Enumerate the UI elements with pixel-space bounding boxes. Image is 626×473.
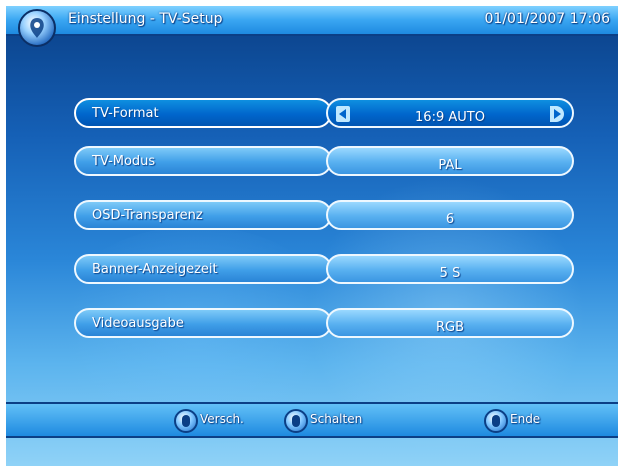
- setting-row-banner-display-time[interactable]: Banner-Anzeigezeit 5 S: [74, 254, 574, 288]
- setting-row-osd-transparency[interactable]: OSD-Transparenz 6: [74, 200, 574, 234]
- brand-logo-icon: [18, 9, 56, 47]
- setting-value: 6: [445, 212, 455, 227]
- hint-label: Schalten: [310, 412, 363, 426]
- setting-value: RGB: [435, 320, 465, 335]
- hint-label: Versch.: [200, 412, 244, 426]
- setting-label-box[interactable]: Banner-Anzeigezeit: [74, 254, 332, 284]
- setting-label-box[interactable]: TV-Modus: [74, 146, 332, 176]
- setting-label-box[interactable]: Videoausgabe: [74, 308, 332, 338]
- setting-row-video-output[interactable]: Videoausgabe RGB: [74, 308, 574, 342]
- setting-value-field[interactable]: RGB: [326, 308, 574, 338]
- setting-label: Banner-Anzeigezeit: [92, 262, 218, 277]
- setting-value: 16:9 AUTO: [415, 110, 485, 125]
- arrow-right-icon[interactable]: [550, 106, 564, 122]
- setting-row-tv-format[interactable]: TV-Format 16:9 AUTO: [74, 98, 574, 132]
- setting-value-field[interactable]: 6: [326, 200, 574, 230]
- footer-hint-bar: Versch. Schalten Ende: [6, 402, 618, 438]
- setting-value-selector[interactable]: 16:9 AUTO: [326, 98, 574, 128]
- arrow-left-icon[interactable]: [336, 106, 350, 122]
- hint-navigate: Versch.: [174, 409, 284, 433]
- hint-exit: Ende: [484, 409, 564, 433]
- hint-label: Ende: [510, 412, 541, 426]
- setting-row-tv-mode[interactable]: TV-Modus PAL: [74, 146, 574, 180]
- setting-value-field[interactable]: 5 S: [326, 254, 574, 284]
- setting-value-field[interactable]: PAL: [326, 146, 574, 176]
- tv-setup-screen: Einstellung - TV-Setup 01/01/2007 17:06 …: [6, 6, 618, 466]
- setting-label: TV-Modus: [92, 154, 156, 169]
- exit-key-icon: [484, 409, 508, 433]
- hint-switch: Schalten: [284, 409, 394, 433]
- setting-label: TV-Format: [92, 106, 159, 121]
- switch-key-icon: [284, 409, 308, 433]
- setting-label: Videoausgabe: [92, 316, 184, 331]
- setting-label-box[interactable]: OSD-Transparenz: [74, 200, 332, 230]
- header-bar: Einstellung - TV-Setup 01/01/2007 17:06: [6, 6, 618, 47]
- setting-value: 5 S: [439, 266, 461, 281]
- page-title: Einstellung - TV-Setup: [68, 11, 223, 27]
- setting-label-box[interactable]: TV-Format: [74, 98, 332, 128]
- setting-label: OSD-Transparenz: [92, 208, 203, 223]
- setting-value: PAL: [438, 158, 462, 173]
- date-time-display: 01/01/2007 17:06: [484, 11, 611, 27]
- navigate-key-icon: [174, 409, 198, 433]
